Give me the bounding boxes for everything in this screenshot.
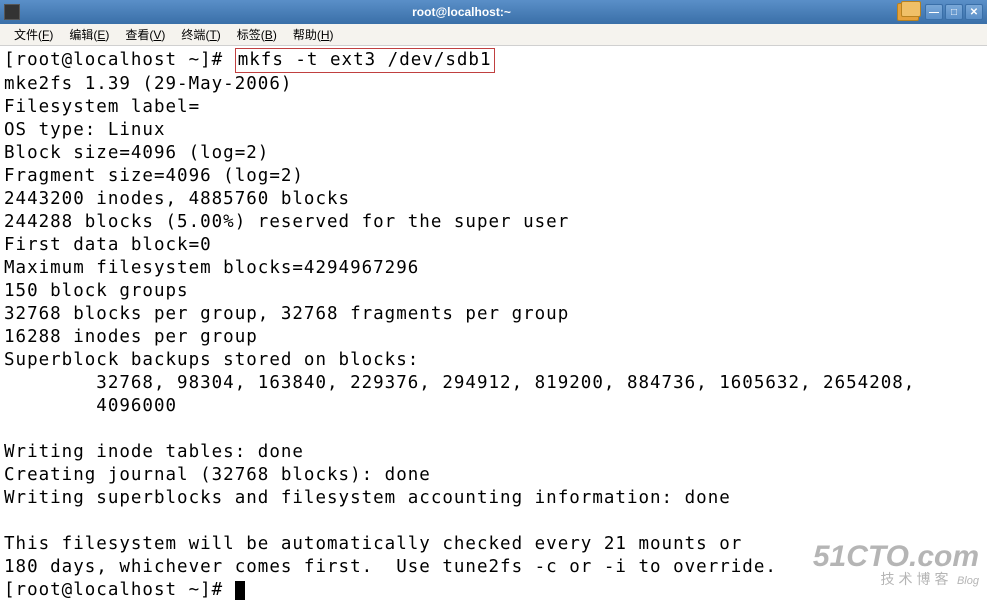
terminal-output-line: OS type: Linux — [4, 120, 166, 140]
terminal-output-line: mke2fs 1.39 (29-May-2006) — [4, 74, 292, 94]
prompt: [root@localhost ~]# — [4, 580, 235, 600]
terminal-output-line: Fragment size=4096 (log=2) — [4, 166, 304, 186]
menu-view[interactable]: 查看(V) — [117, 24, 173, 45]
minimize-button[interactable]: — — [925, 4, 943, 20]
menubar: 文件(F) 编辑(E) 查看(V) 终端(T) 标签(B) 帮助(H) — [0, 24, 987, 46]
menu-file[interactable]: 文件(F) — [6, 24, 61, 45]
terminal-app-icon — [4, 4, 20, 20]
menu-tabs[interactable]: 标签(B) — [229, 24, 285, 45]
terminal-output-line: Writing superblocks and filesystem accou… — [4, 488, 731, 508]
menu-terminal[interactable]: 终端(T) — [173, 24, 228, 45]
terminal-output-line: Block size=4096 (log=2) — [4, 143, 269, 163]
terminal-output-line: Creating journal (32768 blocks): done — [4, 465, 431, 485]
terminal-output-line: 244288 blocks (5.00%) reserved for the s… — [4, 212, 569, 232]
close-button[interactable]: ✕ — [965, 4, 983, 20]
menu-help[interactable]: 帮助(H) — [285, 24, 342, 45]
terminal-output-line: This filesystem will be automatically ch… — [4, 534, 742, 554]
terminal-output-line: First data block=0 — [4, 235, 212, 255]
terminal-output-line: 150 block groups — [4, 281, 189, 301]
background-window-icon — [897, 3, 919, 21]
terminal-output-line: 32768, 98304, 163840, 229376, 294912, 81… — [4, 373, 915, 393]
cursor — [235, 581, 245, 600]
terminal-output-line: Maximum filesystem blocks=4294967296 — [4, 258, 419, 278]
terminal-output-line: 4096000 — [4, 396, 177, 416]
prompt: [root@localhost ~]# — [4, 50, 235, 70]
terminal-output-line: Superblock backups stored on blocks: — [4, 350, 419, 370]
terminal-output-line: 180 days, whichever comes first. Use tun… — [4, 557, 777, 577]
window-title: root@localhost:~ — [26, 5, 897, 19]
terminal-output-line: Writing inode tables: done — [4, 442, 304, 462]
terminal-output-line: Filesystem label= — [4, 97, 200, 117]
window-controls: — □ ✕ — [925, 4, 983, 20]
highlighted-command: mkfs -t ext3 /dev/sdb1 — [235, 48, 495, 73]
terminal-output-line: 16288 inodes per group — [4, 327, 258, 347]
maximize-button[interactable]: □ — [945, 4, 963, 20]
terminal-output-line: 2443200 inodes, 4885760 blocks — [4, 189, 350, 209]
terminal[interactable]: [root@localhost ~]# mkfs -t ext3 /dev/sd… — [0, 46, 987, 608]
titlebar: root@localhost:~ — □ ✕ — [0, 0, 987, 24]
menu-edit[interactable]: 编辑(E) — [61, 24, 117, 45]
terminal-output-line: 32768 blocks per group, 32768 fragments … — [4, 304, 569, 324]
